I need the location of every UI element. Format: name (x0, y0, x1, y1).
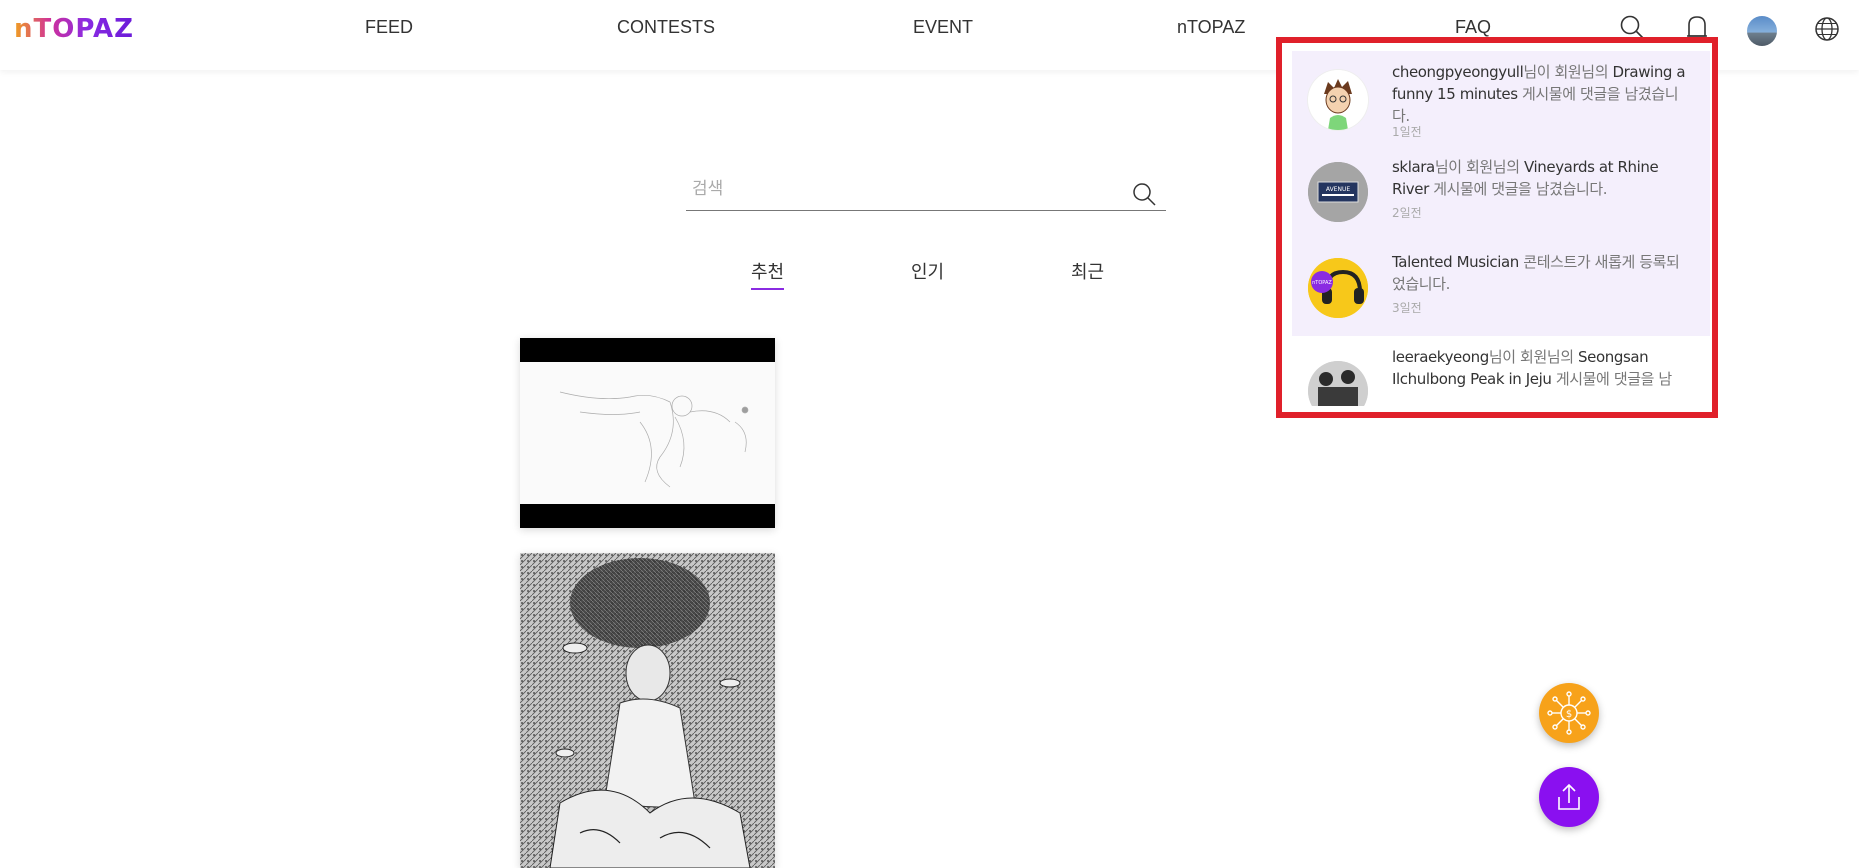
notification-text: sklara님이 회원님의 Vineyards at Rhine River 게… (1392, 158, 1659, 198)
notification-dropdown: cheongpyeongyull님이 회원님의 Drawing a funny … (1276, 37, 1718, 418)
search-submit-icon[interactable] (1132, 182, 1156, 211)
upload-fab-button[interactable] (1539, 767, 1599, 827)
notification-time: 1일전 (1392, 125, 1422, 139)
nav-contests[interactable]: CONTESTS (617, 17, 715, 38)
user-avatar (1308, 361, 1368, 406)
notification-item[interactable]: nTOPAZ Talented Musician 콘테스트가 새롭게 등록되었습… (1292, 241, 1710, 336)
tab-recent[interactable]: 최근 (1071, 258, 1104, 284)
nav-feed[interactable]: FEED (365, 17, 413, 38)
network-icon: $ (1547, 691, 1591, 735)
notification-item[interactable]: AVENUE sklara님이 회원님의 Vineyards at Rhine … (1292, 146, 1710, 241)
svg-text:AVENUE: AVENUE (1326, 186, 1350, 193)
nav-event[interactable]: EVENT (913, 17, 973, 38)
nav-faq[interactable]: FAQ (1455, 17, 1491, 38)
notification-time: 2일전 (1392, 206, 1422, 220)
tab-recommended[interactable]: 추천 (751, 258, 785, 290)
globe-icon[interactable] (1814, 16, 1840, 47)
feed-card-sketch[interactable] (520, 338, 775, 528)
svg-text:nTOPAZ: nTOPAZ (1312, 280, 1332, 286)
notification-text: cheongpyeongyull님이 회원님의 Drawing a funny … (1392, 63, 1686, 125)
user-avatar (1308, 70, 1368, 130)
upload-icon (1558, 783, 1580, 810)
nav-ntopaz[interactable]: nTOPAZ (1177, 17, 1245, 38)
svg-text:$: $ (1566, 709, 1572, 720)
feed-card-pen-drawing[interactable] (520, 553, 775, 868)
user-avatar: AVENUE (1308, 162, 1368, 222)
notification-text: Talented Musician 콘테스트가 새롭게 등록되었습니다. (1392, 253, 1680, 293)
artwork-image (520, 553, 775, 868)
search-input[interactable] (690, 176, 1114, 202)
logo[interactable]: nTOPAZ (14, 14, 134, 44)
tab-popular[interactable]: 인기 (911, 258, 944, 284)
notification-item[interactable]: leeraekyeong님이 회원님의 Seongsan Ilchulbong … (1292, 336, 1710, 406)
notification-time: 3일전 (1392, 301, 1422, 315)
search-bar (686, 172, 1166, 211)
avatar[interactable] (1747, 16, 1777, 46)
notification-list: cheongpyeongyull님이 회원님의 Drawing a funny … (1292, 51, 1710, 406)
artwork-image (520, 362, 775, 504)
notification-text: leeraekyeong님이 회원님의 Seongsan Ilchulbong … (1392, 348, 1672, 388)
network-fab-button[interactable]: $ (1539, 683, 1599, 743)
notification-item[interactable]: cheongpyeongyull님이 회원님의 Drawing a funny … (1292, 51, 1710, 146)
contest-avatar: nTOPAZ (1308, 258, 1368, 318)
